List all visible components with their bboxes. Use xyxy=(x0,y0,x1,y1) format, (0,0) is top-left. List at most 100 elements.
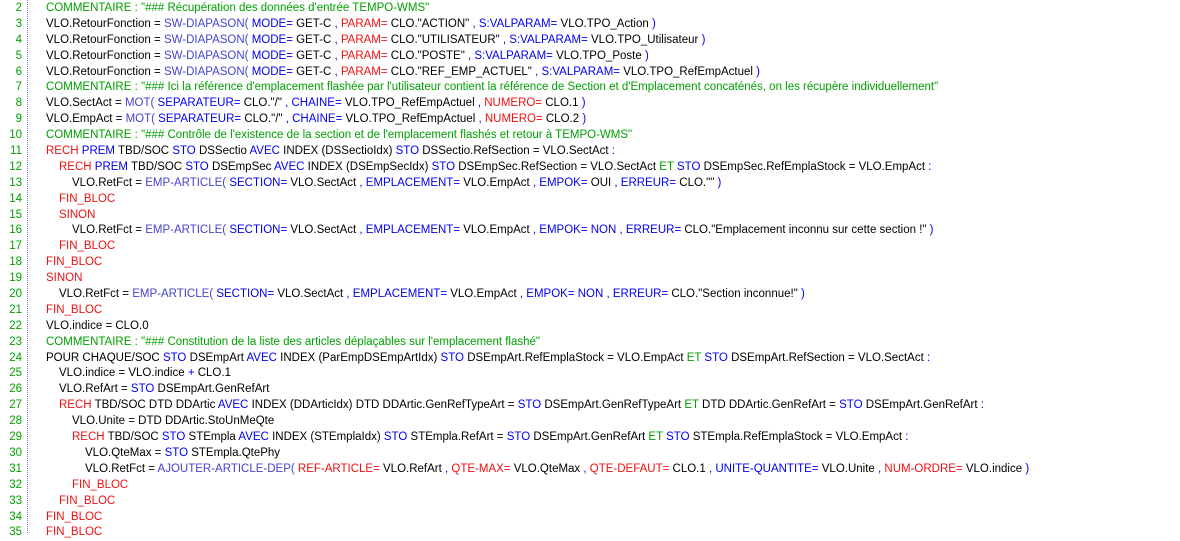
line-number: 23 xyxy=(0,335,22,351)
code-line[interactable]: 18FIN_BLOC xyxy=(0,255,1180,271)
code-line[interactable]: 7COMMENTAIRE : "### Ici la référence d'e… xyxy=(0,80,1180,96)
code-line[interactable]: 5VLO.RetourFonction = SW-DIAPASON( MODE=… xyxy=(0,49,1180,65)
code-line[interactable]: 3VLO.RetourFonction = SW-DIAPASON( MODE=… xyxy=(0,17,1180,33)
line-number: 7 xyxy=(0,80,22,96)
code-line[interactable]: 33 FIN_BLOC xyxy=(0,494,1180,510)
code-token: GET-C xyxy=(296,50,334,62)
code-line[interactable]: 29RECH TBD/SOC STO STEmpla AVEC INDEX (S… xyxy=(0,430,1180,446)
line-number: 33 xyxy=(0,494,22,510)
code-token: ET xyxy=(687,352,705,364)
code-token: FIN_BLOC xyxy=(59,193,115,205)
code-text: VLO.RetFct = EMP-ARTICLE( SECTION= VLO.S… xyxy=(0,176,1180,192)
code-text: COMMENTAIRE : "### Récupération des donn… xyxy=(0,1,1180,17)
code-token: FIN_BLOC xyxy=(59,495,115,507)
code-token: STO xyxy=(162,431,189,443)
code-line[interactable]: 30VLO.QteMax = STO STEmpla.QtePhy xyxy=(0,446,1180,462)
code-line[interactable]: 6VLO.RetourFonction = SW-DIAPASON( MODE=… xyxy=(0,65,1180,81)
code-line[interactable]: 28VLO.Unite = DTD DDArtic.StoUnMeQte xyxy=(0,414,1180,430)
code-token: , ERREUR= xyxy=(614,177,679,189)
code-line[interactable]: 12RECH PREM TBD/SOC STO DSEmpSec AVEC IN… xyxy=(0,160,1180,176)
code-token: , EMPLACEMENT= xyxy=(359,177,463,189)
code-line[interactable]: 21 FIN_BLOC xyxy=(0,303,1180,319)
code-token: DSEmpSec.RefEmplaStock = VLO.EmpAct xyxy=(704,161,929,173)
code-text: COMMENTAIRE : "### Constitution de la li… xyxy=(0,335,1180,351)
code-token: FIN_BLOC xyxy=(46,304,102,316)
code-text: POUR CHAQUE/SOC STO DSEmpArt AVEC INDEX … xyxy=(0,351,1180,367)
code-line[interactable]: 17FIN_BLOC xyxy=(0,239,1180,255)
code-token: TBD/SOC DTD DDArtic xyxy=(95,399,218,411)
code-line[interactable]: 10COMMENTAIRE : "### Contrôle de l'exist… xyxy=(0,128,1180,144)
code-line[interactable]: 34FIN_BLOC xyxy=(0,510,1180,526)
code-token: FIN_BLOC xyxy=(59,240,115,252)
code-token: CLO.1 xyxy=(198,367,231,379)
code-text: FIN_BLOC xyxy=(0,510,1180,526)
code-line[interactable]: 22VLO.indice = CLO.0 xyxy=(0,319,1180,335)
code-token: CLO."/" xyxy=(244,113,285,125)
code-line[interactable]: 16VLO.RetFct = EMP-ARTICLE( SECTION= VLO… xyxy=(0,223,1180,239)
code-line[interactable]: 23COMMENTAIRE : "### Constitution de la … xyxy=(0,335,1180,351)
code-token: INDEX (STEmplaIdx) xyxy=(272,431,384,443)
code-line[interactable]: 4VLO.RetourFonction = SW-DIAPASON( MODE=… xyxy=(0,33,1180,49)
code-token: INDEX (DDArticIdx) DTD DDArtic.GenRefTyp… xyxy=(252,399,518,411)
code-line[interactable]: 35FIN_BLOC xyxy=(0,525,1180,541)
code-line[interactable]: 25VLO.indice = VLO.indice + CLO.1 xyxy=(0,366,1180,382)
code-text: VLO.RetFct = AJOUTER-ARTICLE-DEP( REF-AR… xyxy=(0,462,1180,478)
code-token: SINON xyxy=(46,272,82,284)
code-token: DSEmpSec xyxy=(212,161,274,173)
code-line[interactable]: 15SINON xyxy=(0,208,1180,224)
code-token: DSEmpArt.GenRefArt xyxy=(866,399,981,411)
code-token: VLO.indice = CLO.0 xyxy=(46,320,149,332)
code-token: VLO.SectAct xyxy=(277,288,346,300)
code-token: EMP-ARTICLE( xyxy=(145,177,229,189)
line-number: 2 xyxy=(0,1,22,17)
line-number: 34 xyxy=(0,510,22,526)
code-token: VLO.EmpAct = xyxy=(46,113,126,125)
code-token: ET xyxy=(648,431,666,443)
code-token: CLO."Section inconnue!" xyxy=(671,288,801,300)
code-token: , EMPOK= xyxy=(533,177,591,189)
code-token: + xyxy=(188,367,198,379)
code-line[interactable]: 14FIN_BLOC xyxy=(0,192,1180,208)
code-line[interactable]: 26VLO.RefArt = STO DSEmpArt.GenRefArt xyxy=(0,382,1180,398)
line-number: 5 xyxy=(0,49,22,65)
code-token: STEmpla.RefArt = xyxy=(411,431,507,443)
code-token: VLO.TPO_Action xyxy=(561,18,652,30)
code-line[interactable]: 19SINON xyxy=(0,271,1180,287)
code-token: MODE= xyxy=(252,66,296,78)
line-number: 20 xyxy=(0,287,22,303)
code-line[interactable]: 2COMMENTAIRE : "### Récupération des don… xyxy=(0,1,1180,17)
code-line[interactable]: 20VLO.RetFct = EMP-ARTICLE( SECTION= VLO… xyxy=(0,287,1180,303)
code-line[interactable]: 32FIN_BLOC xyxy=(0,478,1180,494)
code-token: INDEX (DSEmpSecIdx) xyxy=(308,161,432,173)
code-line[interactable]: 13VLO.RetFct = EMP-ARTICLE( SECTION= VLO… xyxy=(0,176,1180,192)
code-token: CLO."UTILISATEUR" xyxy=(391,34,503,46)
line-number: 16 xyxy=(0,223,22,239)
code-token: , EMPLACEMENT= xyxy=(359,224,463,236)
code-token: STO xyxy=(441,352,468,364)
code-token: DSSectio.RefSection = VLO.SectAct xyxy=(422,145,612,157)
code-line[interactable]: 11RECH PREM TBD/SOC STO DSSectio AVEC IN… xyxy=(0,144,1180,160)
line-number: 21 xyxy=(0,303,22,319)
code-token: REF-ARTICLE= xyxy=(298,463,383,475)
code-token: STO xyxy=(666,431,693,443)
code-token: PARAM= xyxy=(341,66,391,78)
code-line[interactable]: 8VLO.SectAct = MOT( SEPARATEUR= CLO."/" … xyxy=(0,96,1180,112)
code-token: QTE-DEFAUT= xyxy=(590,463,673,475)
code-token: STO xyxy=(518,399,545,411)
line-number: 9 xyxy=(0,112,22,128)
code-token: STEmpla.RefEmplaStock = VLO.EmpAct xyxy=(693,431,906,443)
code-token: VLO.TPO_RefEmpActuel xyxy=(346,113,479,125)
code-line[interactable]: 24POUR CHAQUE/SOC STO DSEmpArt AVEC INDE… xyxy=(0,351,1180,367)
code-token: CLO."Emplacement inconnu sur cette secti… xyxy=(684,224,929,236)
line-number: 10 xyxy=(0,128,22,144)
code-token: VLO.RetourFonction = xyxy=(46,18,164,30)
code-line[interactable]: 31VLO.RetFct = AJOUTER-ARTICLE-DEP( REF-… xyxy=(0,462,1180,478)
code-token: CLO."" xyxy=(679,177,717,189)
code-token: VLO.RetFct = xyxy=(85,463,158,475)
code-line[interactable]: 27RECH TBD/SOC DTD DDArtic AVEC INDEX (D… xyxy=(0,398,1180,414)
code-text: SINON xyxy=(0,271,1180,287)
code-token: : xyxy=(928,161,931,173)
code-token: STO xyxy=(396,145,423,157)
code-token: NUM-ORDRE= xyxy=(884,463,965,475)
code-line[interactable]: 9VLO.EmpAct = MOT( SEPARATEUR= CLO."/" ,… xyxy=(0,112,1180,128)
